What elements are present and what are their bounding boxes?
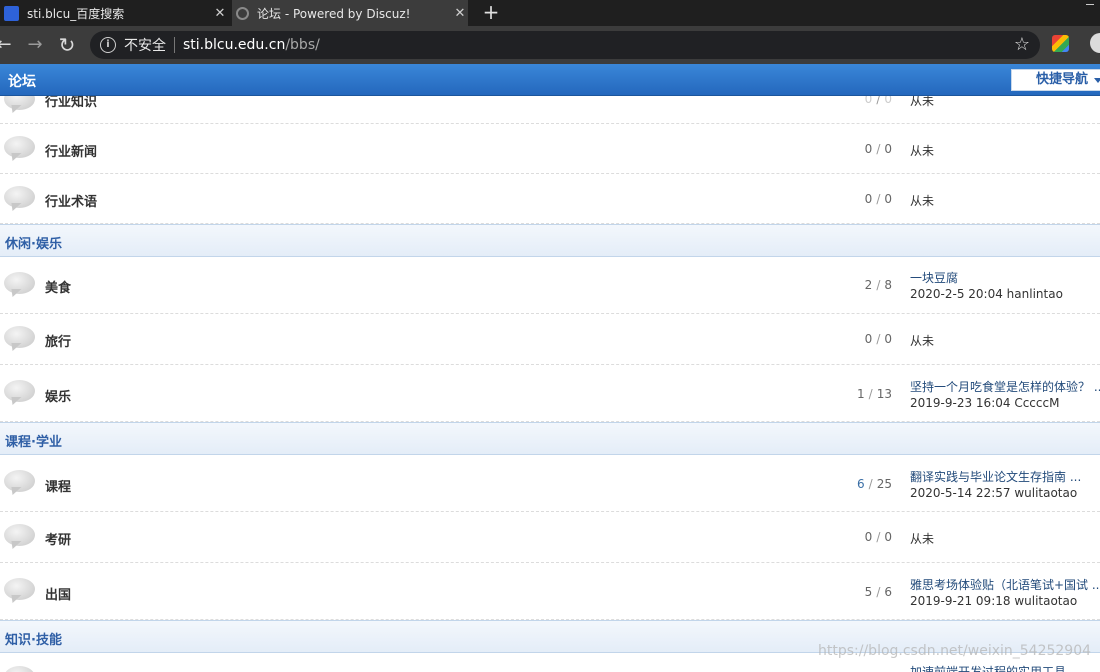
last-post-title[interactable]: 坚持一个月吃食堂是怎样的体验？ ... [910, 378, 1100, 395]
last-post-meta: 2020-2-5 20:04 hanlintao [910, 287, 1063, 301]
forum-bubble-icon [4, 666, 35, 672]
post-count: 13 [876, 387, 892, 401]
forum-row: 旅行 0/0 从未 [0, 314, 1100, 365]
url-host: sti.blcu.edu.cn [183, 37, 286, 53]
thread-count: 1 [857, 387, 865, 401]
last-post-meta: 2020-5-14 22:57 wulitaotao [910, 486, 1078, 500]
url-path: /bbs/ [285, 37, 320, 53]
forum-counts: 2/8 [864, 278, 892, 292]
forum-name[interactable]: 行业术语 [45, 191, 97, 210]
forum-bubble-icon [4, 186, 35, 212]
category-header: 课程·学业 [0, 422, 1100, 455]
post-count: 0 [884, 192, 892, 206]
forum-name[interactable]: 娱乐 [45, 386, 71, 405]
forum-name[interactable]: 行业新闻 [45, 141, 97, 160]
last-post-title[interactable]: 一块豆腐 [910, 269, 1100, 286]
tab-title: 论坛 - Powered by Discuz! [257, 6, 411, 21]
forum-name[interactable]: 出国 [45, 584, 71, 603]
forum-bubble-icon [4, 326, 35, 352]
forum-logo[interactable]: 论坛 [8, 71, 36, 91]
last-post-meta: 2019-9-23 16:04 CccccM [910, 396, 1060, 410]
forum-bubble-icon [4, 578, 35, 604]
forum-name[interactable]: 美食 [45, 277, 71, 296]
last-post-meta: 2019-9-21 09:18 wulitaotao [910, 594, 1078, 608]
forum-name[interactable]: 课程 [45, 476, 71, 495]
info-icon[interactable]: i [100, 37, 116, 53]
forum-counts: 0/0 [864, 142, 892, 156]
post-count: 0 [884, 332, 892, 346]
extension-icon[interactable] [1052, 35, 1069, 52]
forum-bubble-icon [4, 272, 35, 298]
forum-name[interactable]: 考研 [45, 529, 71, 548]
quick-nav-button[interactable]: 快捷导航 [1011, 69, 1100, 91]
forum-counts: 0/0 [864, 192, 892, 206]
forum-counts: 0/0 [864, 530, 892, 544]
forum-row: 行业新闻 0/0 从未 [0, 124, 1100, 174]
minimize-icon[interactable] [1086, 2, 1094, 5]
forum-row: 娱乐 1/13 坚持一个月吃食堂是怎样的体验？ ... 2019-9-23 16… [0, 365, 1100, 422]
thread-count: 6 [857, 477, 865, 491]
browser-toolbar: ← → ↻ i 不安全 sti.blcu.edu.cn/bbs/ ☆ [0, 26, 1100, 64]
tab-strip: sti.blcu_百度搜索 ✕ 论坛 - Powered by Discuz! … [0, 0, 1100, 26]
globe-favicon-icon [236, 6, 249, 20]
forum-header-bar: 论坛 快捷导航 [0, 64, 1100, 96]
forward-icon[interactable]: → [25, 34, 45, 56]
tab-baidu-search[interactable]: sti.blcu_百度搜索 ✕ [0, 0, 228, 26]
address-bar[interactable]: i 不安全 sti.blcu.edu.cn/bbs/ ☆ [90, 31, 1040, 59]
forum-bubble-icon [4, 136, 35, 162]
security-label: 不安全 [124, 38, 166, 54]
close-tab-icon[interactable]: ✕ [452, 6, 468, 21]
forum-name[interactable]: 旅行 [45, 331, 71, 350]
last-post-title[interactable]: 加速前端开发过程的实用工具 [910, 663, 1100, 672]
forum-counts: 1/13 [857, 387, 892, 401]
tab-forum[interactable]: 论坛 - Powered by Discuz! ✕ [232, 0, 468, 26]
forum-row: 美食 2/8 一块豆腐 2020-2-5 20:04 hanlintao [0, 257, 1100, 314]
post-count: 0 [884, 142, 892, 156]
last-post-never: 从未 [910, 144, 935, 158]
last-post-never: 从未 [910, 532, 935, 546]
back-icon[interactable]: ← [0, 34, 14, 56]
post-count: 0 [884, 530, 892, 544]
forum-counts: 0/0 [864, 332, 892, 346]
tab-title: sti.blcu_百度搜索 [27, 6, 125, 21]
new-tab-button[interactable]: + [480, 0, 502, 26]
forum-row: 考研 0/0 从未 [0, 512, 1100, 563]
category-header: 休闲·娱乐 [0, 224, 1100, 257]
post-count: 8 [884, 278, 892, 292]
watermark: https://blog.csdn.net/weixin_54252904 [818, 643, 1092, 659]
forum-bubble-icon [4, 470, 35, 496]
forum-counts: 5/6 [864, 585, 892, 599]
post-count: 25 [876, 477, 892, 491]
forum-row: 课程 6/25 翻译实践与毕业论文生存指南 ... 2020-5-14 22:5… [0, 455, 1100, 512]
category-title[interactable]: 知识·技能 [5, 629, 62, 648]
forum-bubble-icon [4, 380, 35, 406]
reload-icon[interactable]: ↻ [56, 34, 78, 56]
last-post-never: 从未 [910, 194, 935, 208]
category-title[interactable]: 课程·学业 [5, 431, 62, 450]
last-post-never: 从未 [910, 334, 935, 348]
quick-nav-label: 快捷导航 [1036, 72, 1089, 87]
forum-page: 行业知识 0/0 从未 行业新闻 0/0 从未 行业术语 0/0 从未 休闲·娱… [0, 64, 1100, 672]
chevron-down-icon [1094, 78, 1100, 83]
forum-row: 行业术语 0/0 从未 [0, 174, 1100, 224]
last-post-title[interactable]: 翻译实践与毕业论文生存指南 ... [910, 468, 1100, 485]
baidu-favicon-icon [4, 5, 19, 21]
forum-bubble-icon [4, 524, 35, 550]
last-post-title[interactable]: 雅思考场体验贴（北语笔试+国试 ... [910, 576, 1100, 593]
forum-counts: 6/25 [857, 477, 892, 491]
close-tab-icon[interactable]: ✕ [212, 6, 228, 21]
category-title[interactable]: 休闲·娱乐 [5, 233, 62, 252]
bookmark-star-icon[interactable]: ☆ [1014, 34, 1030, 55]
divider [174, 37, 175, 53]
forum-row: 出国 5/6 雅思考场体验贴（北语笔试+国试 ... 2019-9-21 09:… [0, 563, 1100, 620]
post-count: 6 [884, 585, 892, 599]
